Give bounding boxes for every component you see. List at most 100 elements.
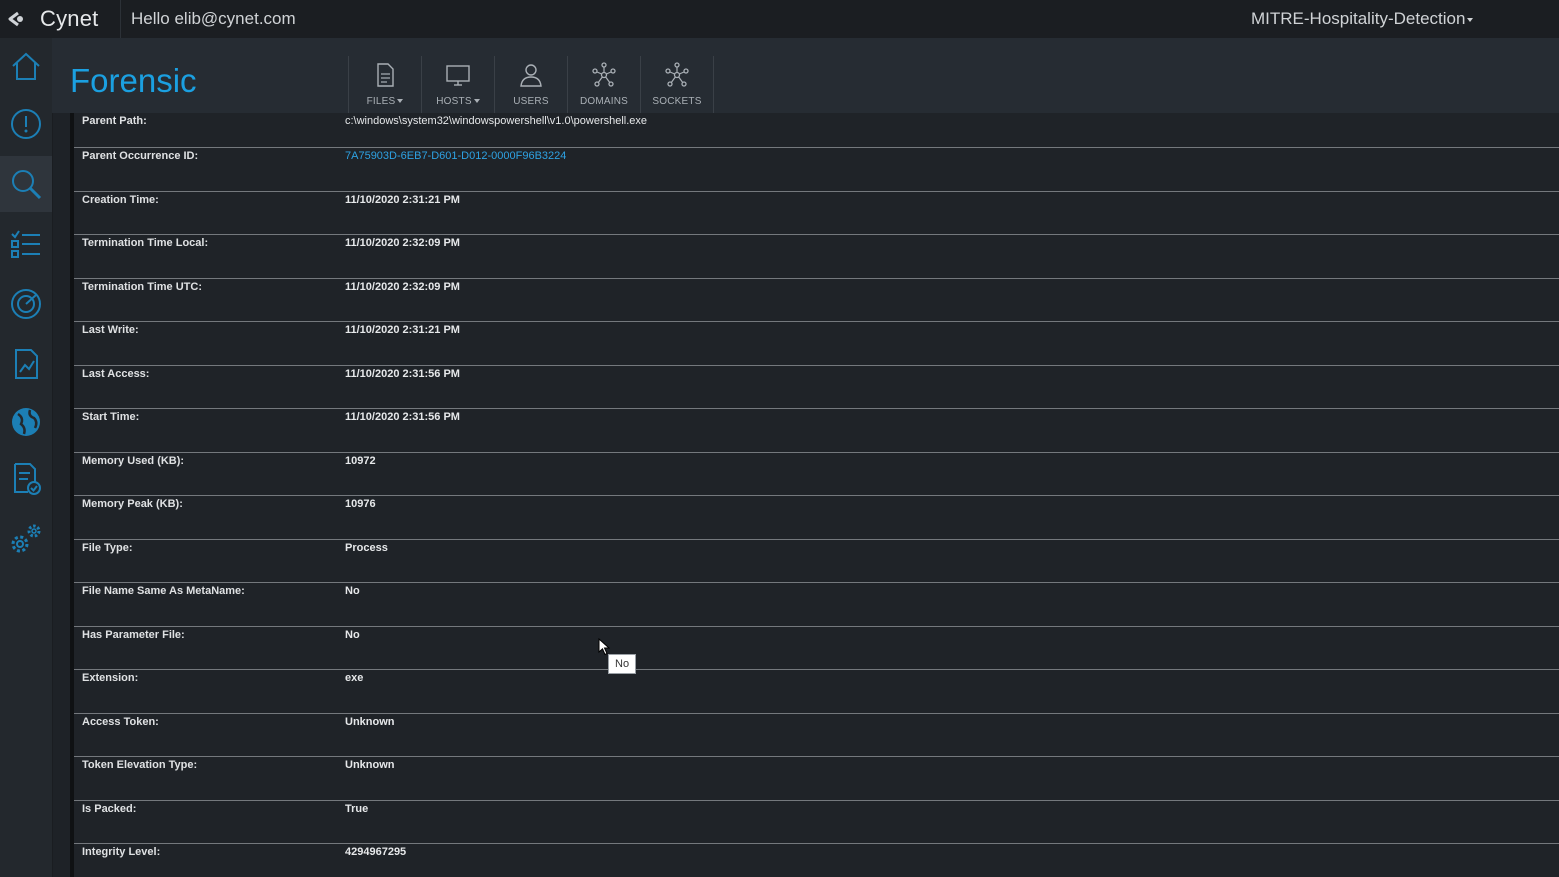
- row-value: No: [345, 628, 360, 641]
- alert-icon: [11, 109, 41, 139]
- tab-domains[interactable]: DOMAINS: [567, 56, 640, 113]
- table-row: Creation Time: 11/10/2020 2:31:21 PM: [74, 192, 1559, 235]
- row-value: No: [345, 585, 360, 597]
- row-label: Start Time:: [82, 411, 140, 423]
- tab-files-label: FILES: [366, 96, 396, 107]
- sidebar-item-home[interactable]: [0, 38, 52, 94]
- row-value: c:\windows\system32\windowspowershell\v1…: [345, 115, 648, 127]
- sidebar-item-checklist[interactable]: [0, 450, 52, 506]
- row-label: File Type:: [82, 541, 133, 554]
- table-row: Has Parameter File: No: [74, 627, 1559, 670]
- network-icon: [592, 62, 616, 87]
- row-label: Last Write:: [82, 324, 139, 336]
- page-title: Forensic: [70, 62, 197, 99]
- row-value: 11/10/2020 2:32:09 PM: [345, 280, 460, 293]
- chevron-down-icon: [397, 99, 404, 104]
- chevron-down-icon: [473, 99, 480, 104]
- sidebar-item-forensic[interactable]: [0, 156, 52, 212]
- tab-hosts[interactable]: HOSTS: [421, 56, 494, 113]
- table-row: Extension: exe: [74, 670, 1559, 714]
- table-row: Last Write: 11/10/2020 2:31:21 PM: [74, 322, 1559, 366]
- sidebar-item-globe[interactable]: [0, 394, 52, 450]
- row-label: File Name Same As MetaName:: [82, 585, 245, 597]
- tab-sockets[interactable]: SOCKETS: [640, 56, 714, 113]
- row-value: exe: [345, 672, 364, 684]
- file-icon: [377, 63, 394, 87]
- brand-logo[interactable]: Cynet: [40, 6, 98, 32]
- sidebar-item-alerts[interactable]: [0, 96, 52, 152]
- tab-domains-label: DOMAINS: [579, 96, 629, 107]
- row-label: Last Access:: [82, 367, 150, 380]
- sidebar-item-list[interactable]: [0, 216, 52, 272]
- row-label: Is Packed:: [82, 802, 137, 815]
- search-icon: [12, 170, 42, 200]
- parent-occurrence-link[interactable]: 7A75903D-6EB7-D601-D012-0000F96B3224: [345, 150, 566, 162]
- row-value: 10976: [345, 498, 376, 510]
- table-row: Integrity Level: 4294967295: [74, 844, 1559, 877]
- row-value: Process: [345, 541, 388, 554]
- user-icon: [520, 64, 542, 87]
- row-label: Parent Path:: [82, 115, 147, 127]
- table-row: Memory Used (KB): 10972: [74, 453, 1559, 496]
- back-arrow-icon[interactable]: [6, 10, 26, 28]
- row-label: Has Parameter File:: [82, 628, 185, 641]
- tooltip: No: [608, 654, 637, 674]
- settings-icon: [11, 524, 41, 553]
- page-header: Forensic FILES HOSTS USERS DOMAINS SOCKE…: [52, 38, 1559, 113]
- row-label: Creation Time:: [82, 193, 159, 206]
- row-value: 11/10/2020 2:31:56 PM: [345, 411, 460, 423]
- row-label: Memory Used (KB):: [82, 454, 185, 467]
- header-divider: [120, 0, 121, 38]
- row-value: True: [345, 802, 369, 815]
- table-row: File Type: Process: [74, 540, 1559, 583]
- tab-hosts-label: HOSTS: [436, 96, 472, 107]
- row-value: 4294967295: [345, 846, 407, 858]
- row-value: 11/10/2020 2:32:09 PM: [345, 237, 460, 249]
- row-value: 11/10/2020 2:31:21 PM: [345, 193, 460, 206]
- row-label: Access Token:: [82, 715, 159, 728]
- forensic-toolbar: FILES HOSTS USERS DOMAINS SOCKETS: [348, 56, 714, 113]
- table-row: Parent Path: c:\windows\system32\windowsp…: [74, 113, 1559, 148]
- top-bar: Cynet Hello elib@cynet.com MITRE-Hospita…: [0, 0, 1559, 39]
- details-table[interactable]: Parent Path: c:\windows\system32\windowsp…: [70, 113, 1559, 877]
- table-row: Is Packed: True: [74, 801, 1559, 844]
- row-label: Memory Peak (KB):: [82, 498, 183, 510]
- sidebar-item-reports[interactable]: [0, 336, 52, 392]
- tab-users[interactable]: USERS: [494, 56, 567, 113]
- table-row: Termination Time UTC: 11/10/2020 2:32:09 …: [74, 279, 1559, 322]
- row-label: Token Elevation Type:: [82, 759, 198, 771]
- row-value: 11/10/2020 2:31:56 PM: [345, 367, 460, 380]
- row-label: Extension:: [82, 672, 139, 684]
- radar-icon: [11, 289, 41, 319]
- sidebar-item-radar[interactable]: [0, 276, 52, 332]
- row-label: Parent Occurrence ID:: [82, 150, 199, 162]
- checklist-icon: [14, 463, 41, 495]
- table-row: File Name Same As MetaName: No: [74, 583, 1559, 627]
- table-row: Termination Time Local: 11/10/2020 2:32:0…: [74, 235, 1559, 279]
- tab-files[interactable]: FILES: [348, 56, 421, 113]
- chevron-down-icon: [1467, 17, 1474, 22]
- row-label: Termination Time UTC:: [82, 280, 202, 293]
- report-icon: [15, 349, 38, 379]
- row-value: Unknown: [345, 759, 395, 771]
- tab-users-label: USERS: [513, 96, 549, 107]
- row-label: Integrity Level:: [82, 846, 161, 858]
- table-row: Memory Peak (KB): 10976: [74, 496, 1559, 540]
- row-value: Unknown: [345, 715, 395, 728]
- table-row: Start Time: 11/10/2020 2:31:56 PM: [74, 409, 1559, 453]
- user-greeting: Hello elib@cynet.com: [131, 9, 296, 28]
- table-row: Token Elevation Type: Unknown: [74, 757, 1559, 801]
- row-label: Termination Time Local:: [82, 237, 209, 249]
- tab-sockets-label: SOCKETS: [652, 96, 702, 107]
- sidebar: [0, 38, 53, 877]
- monitor-icon: [446, 65, 470, 86]
- row-value: 10972: [345, 454, 376, 467]
- home-icon: [12, 52, 40, 80]
- row-value: 11/10/2020 2:31:21 PM: [345, 324, 460, 336]
- table-row: Parent Occurrence ID: 7A75903D-6EB7-D601-…: [74, 148, 1559, 192]
- globe-icon: [12, 408, 40, 436]
- table-row: Last Access: 11/10/2020 2:31:56 PM: [74, 366, 1559, 409]
- table-row: Access Token: Unknown: [74, 714, 1559, 757]
- sidebar-item-settings[interactable]: [0, 510, 52, 566]
- project-selector[interactable]: MITRE-Hospitality-Detection: [1251, 9, 1474, 29]
